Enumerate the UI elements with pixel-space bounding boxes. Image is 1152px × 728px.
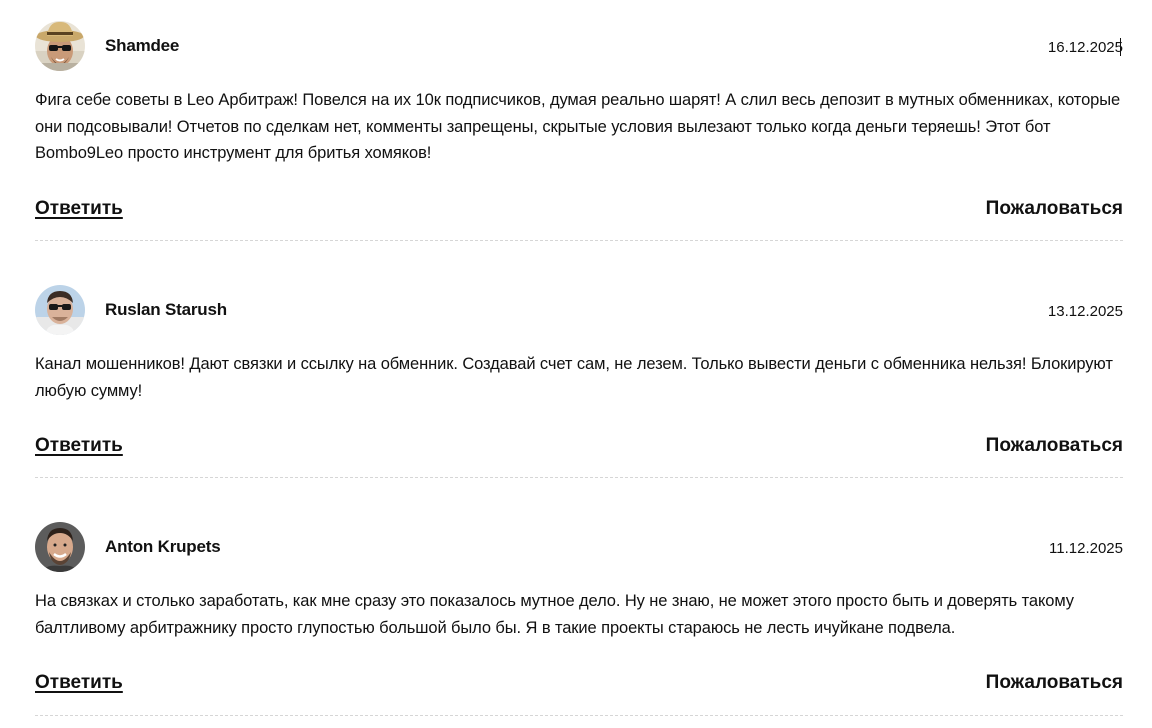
report-link[interactable]: Пожаловаться (986, 198, 1123, 220)
comment-date: 11.12.2025 (1049, 540, 1123, 557)
report-link[interactable]: Пожаловаться (986, 672, 1123, 694)
avatar-man-sunglasses-icon (35, 285, 85, 335)
reply-link[interactable]: Ответить (35, 672, 123, 694)
avatar (35, 21, 85, 71)
comment-text: Фига себе советы в Leo Арбитраж! Повелся… (35, 91, 1121, 162)
avatar (35, 285, 85, 335)
comment-author: Shamdee (105, 36, 180, 55)
comment-text: Канал мошенников! Дают связки и ссылку н… (35, 355, 1113, 400)
comment-item: Ruslan Starush 13.12.2025 Канал мошенник… (35, 285, 1123, 478)
text-caret (1120, 38, 1121, 56)
avatar-man-smiling-icon (35, 522, 85, 572)
comment-actions: Ответить Пожаловаться (35, 198, 1123, 226)
avatar (35, 522, 85, 572)
avatar-man-hat-sunglasses-icon (35, 21, 85, 71)
comment-divider (35, 715, 1123, 716)
comment-date: 13.12.2025 (1047, 303, 1123, 320)
comment-author: Ruslan Starush (105, 300, 227, 319)
comment-header: Shamdee 16.12.2025 (35, 21, 1123, 73)
comment-actions: Ответить Пожаловаться (35, 672, 1123, 700)
comment-text: На связках и столько заработать, как мне… (35, 592, 1074, 637)
comment-actions: Ответить Пожаловаться (35, 435, 1123, 463)
comment-header: Ruslan Starush 13.12.2025 (35, 285, 1123, 337)
comments-list: Shamdee 16.12.2025 Фига себе советы в Le… (0, 0, 1152, 728)
reply-link[interactable]: Ответить (35, 198, 123, 220)
comment-header: Anton Krupets 11.12.2025 (35, 522, 1123, 574)
reply-link[interactable]: Ответить (35, 435, 123, 457)
comment-divider (35, 240, 1123, 241)
report-link[interactable]: Пожаловаться (986, 435, 1123, 457)
comment-author: Anton Krupets (105, 537, 221, 556)
comment-item: Shamdee 16.12.2025 Фига себе советы в Le… (35, 21, 1123, 241)
comment-date: 16.12.2025 (1047, 39, 1123, 56)
comment-item: Anton Krupets 11.12.2025 На связках и ст… (35, 522, 1123, 718)
comment-divider (35, 477, 1123, 478)
